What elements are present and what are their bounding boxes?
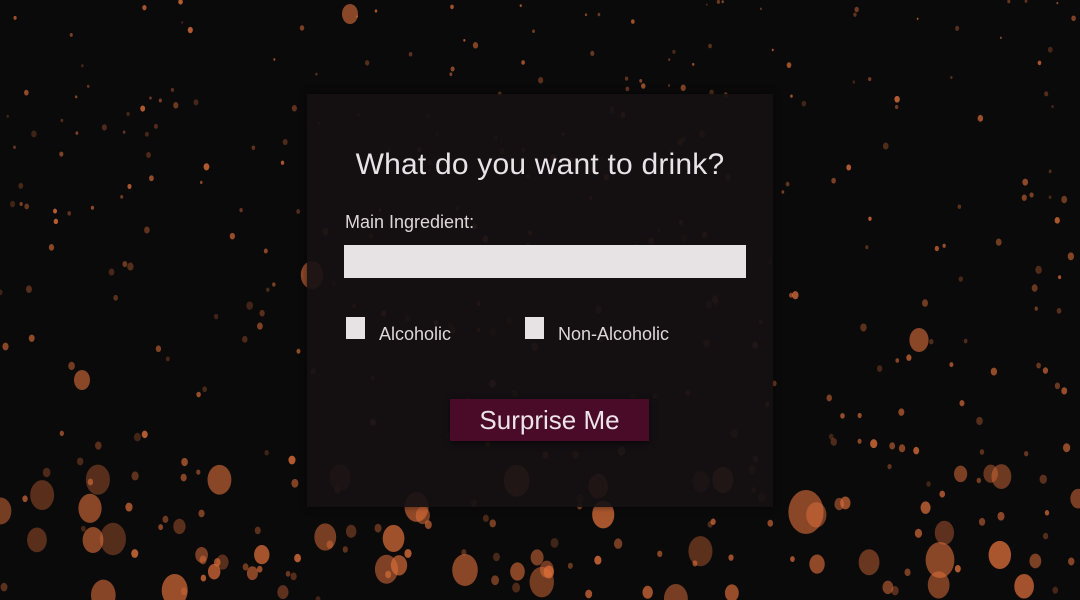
main-ingredient-input[interactable]	[344, 245, 746, 278]
drink-form-card: What do you want to drink? Main Ingredie…	[307, 94, 773, 507]
form-title: What do you want to drink?	[355, 148, 725, 181]
non-alcoholic-checkbox[interactable]	[525, 317, 544, 339]
non-alcoholic-label[interactable]: Non-Alcoholic	[558, 324, 669, 345]
non-alcoholic-option[interactable]: Non-Alcoholic	[525, 317, 669, 344]
main-ingredient-label: Main Ingredient:	[345, 212, 475, 232]
alcoholic-label[interactable]: Alcoholic	[379, 324, 451, 345]
alcoholic-option[interactable]: Alcoholic	[346, 317, 451, 344]
surprise-me-button[interactable]: Surprise Me	[450, 399, 649, 441]
alcoholic-checkbox[interactable]	[346, 317, 365, 339]
